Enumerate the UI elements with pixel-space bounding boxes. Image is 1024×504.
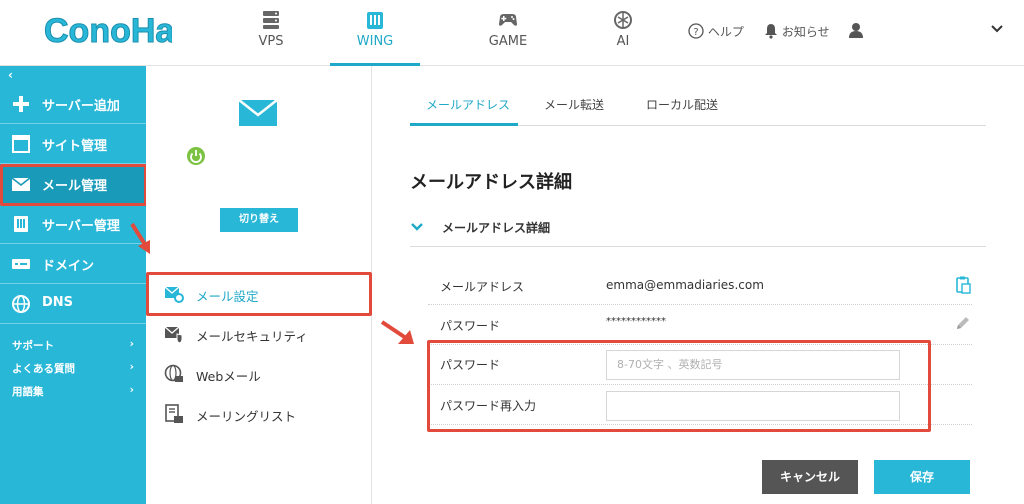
subpanel-item-webmail[interactable]: Webメール — [146, 354, 372, 394]
sidebar-link-support[interactable]: サポート › — [12, 338, 138, 353]
sidebar-item-add-server[interactable]: サーバー追加 — [0, 84, 146, 124]
subpanel-item-label: Webメール — [196, 369, 261, 384]
mail-large-icon — [238, 99, 278, 126]
power-icon[interactable] — [186, 146, 206, 166]
notice-label: お知らせ — [781, 25, 830, 39]
tab-mail-forward[interactable]: メール転送 — [544, 96, 604, 113]
subpanel-item-mailing-list[interactable]: メーリングリスト — [146, 394, 372, 434]
subpanel-item-mail-security[interactable]: メールセキュリティ — [146, 314, 372, 354]
chevron-down-icon[interactable] — [410, 222, 424, 232]
subpanel-item-label: メールセキュリティ — [196, 329, 308, 344]
sidebar-item-label: サーバー管理 — [42, 219, 120, 234]
chevron-right-icon: › — [129, 361, 134, 373]
nav-tab-label: WING — [356, 34, 394, 49]
svg-text:ConoHa: ConoHa — [44, 12, 172, 50]
arrow-annotation-2 — [380, 320, 414, 344]
sidebar-item-site[interactable]: サイト管理 — [0, 124, 146, 164]
globe-icon — [12, 295, 30, 313]
nav-tab-ai[interactable]: AI — [600, 0, 646, 66]
notice-link[interactable]: お知らせ — [764, 22, 830, 42]
tab-mail-address[interactable]: メールアドレス — [426, 96, 510, 113]
left-sidebar: ‹ サーバー追加 サイト管理 メール管理 サーバー管理 ドメイン DNS サポー… — [0, 66, 146, 504]
user-icon — [849, 23, 863, 38]
wing-icon — [367, 12, 383, 29]
logo-mark: ConoHa — [44, 12, 176, 51]
brain-icon — [614, 11, 632, 29]
sidebar-item-dns[interactable]: DNS — [0, 284, 146, 324]
sidebar-item-label: ドメイン — [42, 259, 95, 274]
tab-local-delivery[interactable]: ローカル配送 — [646, 96, 718, 113]
conoha-logo[interactable]: ConoHa — [42, 10, 176, 54]
nav-tab-label: VPS — [258, 34, 284, 49]
help-icon: ? — [688, 23, 704, 39]
svg-text:?: ? — [693, 27, 698, 38]
subpanel-item-label: メーリングリスト — [196, 409, 297, 424]
switch-button[interactable]: 切り替え — [220, 208, 298, 232]
sidebar-link-glossary[interactable]: 用語集 › — [12, 384, 138, 399]
highlight-box-password-form — [427, 340, 931, 432]
window-icon — [12, 135, 30, 153]
help-label: ヘルプ — [707, 25, 744, 39]
edit-pencil-icon[interactable] — [954, 314, 972, 332]
email-value: emma@emmadiaries.com — [606, 278, 764, 292]
sidebar-item-domain[interactable]: ドメイン — [0, 244, 146, 284]
sidebar-item-label: サーバー追加 — [42, 99, 120, 114]
top-header: ConoHa VPS WING GAME AI ? ヘルプ お知らせ — [0, 0, 1024, 66]
domain-icon — [12, 259, 30, 269]
chevron-right-icon: › — [129, 338, 134, 350]
nav-tab-wing[interactable]: WING — [330, 0, 420, 66]
section-title[interactable]: メールアドレス詳細 — [442, 219, 550, 236]
sidebar-item-label: サイト管理 — [42, 139, 108, 154]
server-stack-icon — [14, 216, 28, 232]
sidebar-link-faq[interactable]: よくある質問 › — [12, 361, 138, 376]
chevron-down-icon — [991, 25, 1003, 33]
sidebar-item-server-admin[interactable]: サーバー管理 — [0, 204, 146, 244]
header-dropdown[interactable] — [990, 22, 1004, 42]
sidebar-collapse-button[interactable]: ‹ — [8, 68, 13, 82]
password-label: パスワード — [440, 319, 501, 333]
highlight-box-mail-settings — [146, 272, 372, 316]
sidebar-link-label: サポート — [12, 340, 54, 352]
sidebar-link-label: よくある質問 — [12, 363, 75, 375]
section-divider — [410, 246, 986, 247]
plus-icon — [13, 96, 29, 112]
email-label: メールアドレス — [440, 280, 525, 294]
server-icon — [263, 11, 279, 29]
copy-icon[interactable] — [954, 276, 972, 294]
page-title: メールアドレス詳細 — [410, 172, 572, 193]
active-tab-underline — [410, 123, 518, 126]
arrow-annotation-1 — [130, 222, 150, 254]
nav-tab-label: GAME — [488, 34, 528, 49]
nav-tab-vps[interactable]: VPS — [240, 0, 302, 66]
mailing-list-icon — [165, 404, 183, 423]
webmail-icon — [164, 364, 183, 382]
mail-shield-icon — [164, 326, 183, 344]
password-value: ************ — [606, 316, 666, 327]
sidebar-item-label: DNS — [42, 295, 74, 310]
sidebar-link-label: 用語集 — [12, 386, 44, 398]
nav-tab-game[interactable]: GAME — [478, 0, 538, 66]
nav-tab-label: AI — [616, 34, 630, 49]
highlight-box-sidebar-mail — [0, 164, 147, 206]
cancel-button[interactable]: キャンセル — [762, 460, 858, 494]
save-button[interactable]: 保存 — [874, 460, 970, 494]
chevron-right-icon: › — [129, 384, 134, 396]
gamepad-icon — [499, 14, 517, 26]
row-divider — [428, 304, 972, 305]
account-menu[interactable] — [848, 22, 864, 42]
bell-icon — [765, 24, 777, 39]
help-link[interactable]: ? ヘルプ — [688, 22, 744, 42]
